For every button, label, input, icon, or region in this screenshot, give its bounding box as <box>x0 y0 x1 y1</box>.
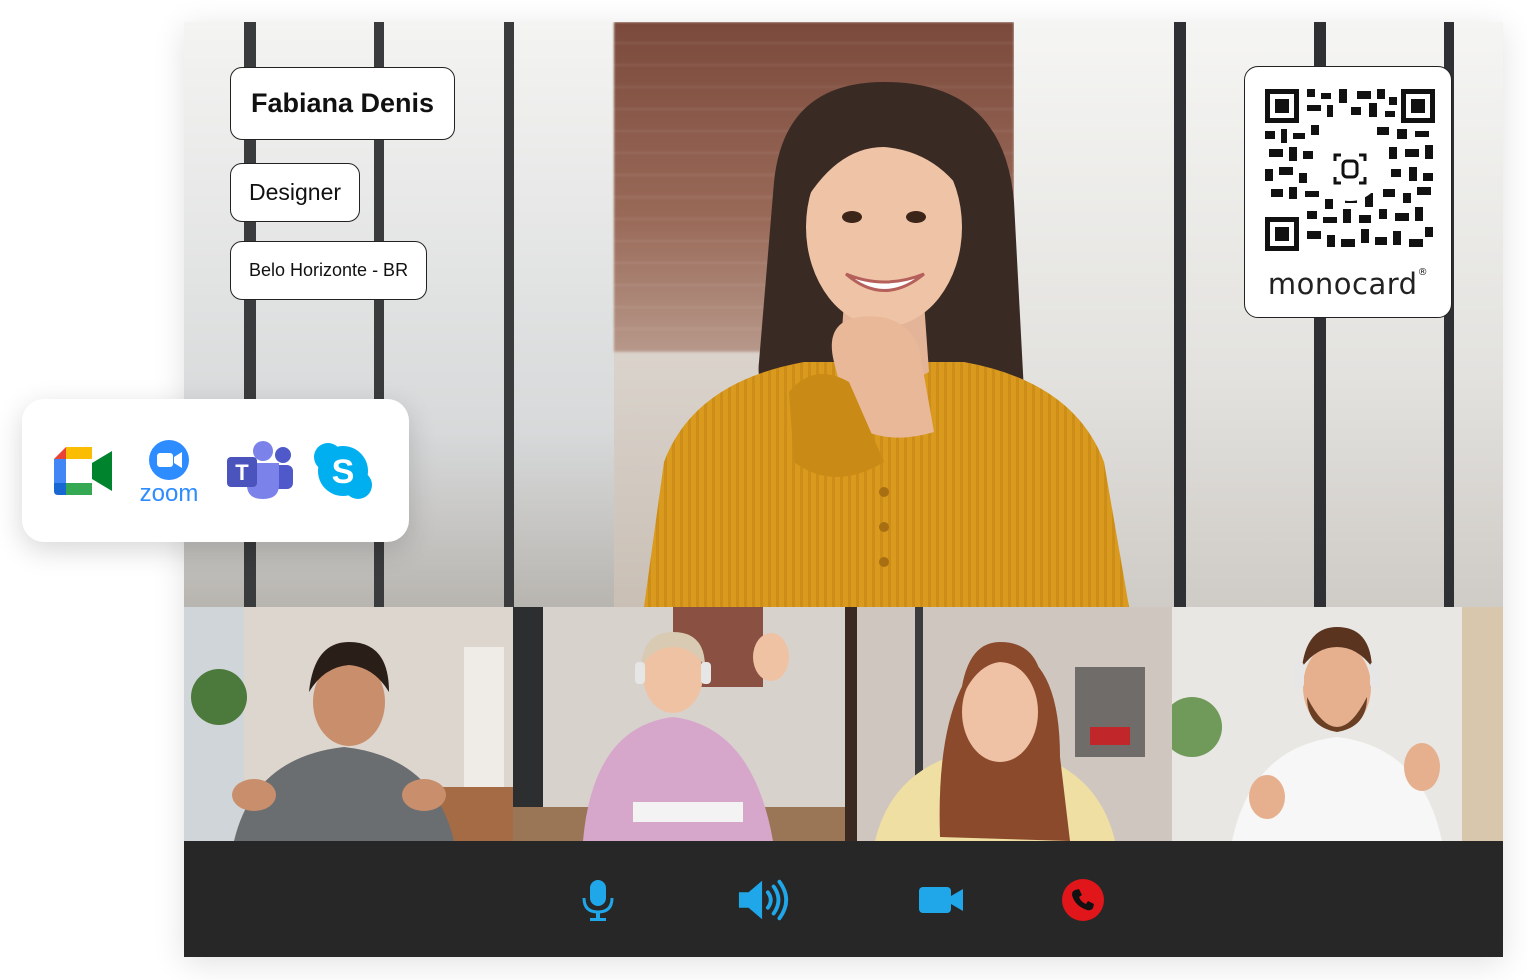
monocard-brand: monocard <box>1267 267 1418 301</box>
registered-mark: ® <box>1417 267 1429 278</box>
participant-video <box>845 607 1172 841</box>
google-meet-icon <box>54 447 112 495</box>
qr-code-card[interactable]: monocard® <box>1244 66 1452 318</box>
supported-apps-card: zoom T S <box>22 399 409 542</box>
end-call-icon <box>1062 879 1104 921</box>
camera-button[interactable] <box>914 875 968 925</box>
participant-tile[interactable] <box>513 607 845 841</box>
teams-button[interactable]: T <box>227 441 293 504</box>
call-control-bar <box>184 841 1503 957</box>
google-meet-button[interactable] <box>54 447 112 500</box>
participant-strip <box>184 607 1503 841</box>
end-call-button[interactable] <box>1056 875 1110 925</box>
profile-location-tag: Belo Horizonte - BR <box>230 241 428 300</box>
skype-icon: S <box>314 443 372 499</box>
zoom-label: zoom <box>140 480 199 505</box>
skype-letter: S <box>332 453 355 491</box>
microphone-button[interactable] <box>571 875 625 925</box>
profile-name: Fabiana Denis <box>251 88 435 118</box>
video-camera-icon <box>919 887 963 913</box>
teams-icon: T <box>227 441 293 499</box>
qr-code-icon <box>1265 89 1435 251</box>
zoom-icon: zoom <box>140 440 199 507</box>
main-speaker-person <box>644 82 1129 607</box>
participant-video <box>513 607 845 841</box>
participant-tile[interactable] <box>184 607 513 841</box>
profile-role: Designer <box>249 179 342 205</box>
microphone-icon <box>582 880 614 921</box>
profile-name-tag: Fabiana Denis <box>230 67 456 140</box>
teams-letter: T <box>235 460 249 485</box>
participant-tile[interactable] <box>1172 607 1503 841</box>
profile-location: Belo Horizonte - BR <box>249 260 409 280</box>
speaker-button[interactable] <box>737 875 791 925</box>
profile-role-tag: Designer <box>230 163 361 222</box>
zoom-button[interactable]: zoom <box>130 439 208 510</box>
participant-tile[interactable] <box>845 607 1172 841</box>
speaker-icon <box>738 879 789 921</box>
participant-video <box>1172 607 1503 841</box>
skype-button[interactable]: S <box>312 443 374 504</box>
monocard-logo: monocard® <box>1245 267 1451 301</box>
participant-video <box>184 607 513 841</box>
